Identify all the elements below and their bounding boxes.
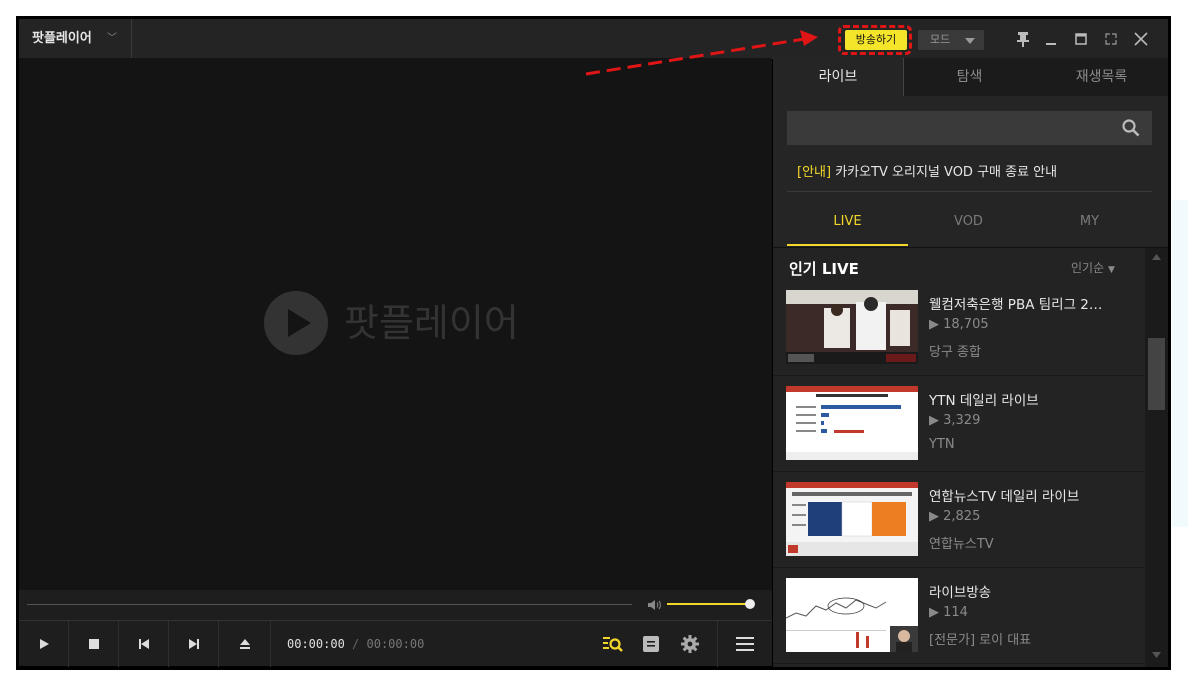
item-title: YTN 데일리 라이브 [929,393,1039,409]
close-icon[interactable] [1132,30,1150,48]
volume-slider[interactable] [667,603,751,605]
item-channel: YTN [929,437,955,452]
volume-icon[interactable] [647,597,663,611]
menu-icon[interactable] [736,636,754,652]
tab-playlist[interactable]: 재생목록 [1035,58,1168,96]
item-title: 웰컴저축은행 PBA 팀리그 2… [929,297,1103,313]
app-menu-chevron-icon[interactable]: ﹀ [107,19,117,58]
subtab-my[interactable]: MY [1029,214,1150,229]
caret-down-icon [965,38,975,44]
panel-tabs: 라이브 탐색 재생목록 [773,58,1168,96]
list-scrollbar[interactable] [1145,248,1168,667]
sort-label: 인기순 [1071,261,1105,275]
app-title[interactable]: 팟플레이어 [32,19,92,58]
play-button[interactable] [19,621,69,667]
stop-icon [88,639,99,649]
item-title: 연합뉴스TV 데일리 라이브 [929,489,1080,505]
divider [131,19,132,58]
playlist-doc-icon[interactable] [643,635,659,653]
side-panel: 라이브 탐색 재생목록 [안내] 카카오TV 오리지널 VOD 구매 종료 안내… [773,58,1168,667]
sort-dropdown[interactable]: 인기순 ▼ [1071,259,1115,276]
live-list: 인기 LIVE 인기순 ▼ 웰컴저축은행 PBA 팀리그 2… ▶ 18,705… [773,247,1168,667]
time-total: 00:00:00 [366,637,425,651]
search-icon[interactable] [1122,119,1140,137]
subtab-live[interactable]: LIVE [787,214,908,229]
item-views: ▶ 3,329 [929,413,981,428]
list-item[interactable]: 웰컴저축은행 PBA 팀리그 2… ▶ 18,705 당구 종합 [773,280,1145,376]
item-title: 라이브방송 [929,585,992,601]
highlight-box [838,25,912,55]
list-item[interactable]: YTN 데일리 라이브 ▶ 3,329 YTN [773,376,1145,472]
tab-explore[interactable]: 탐색 [904,58,1035,96]
caret-down-icon: ▼ [1107,265,1115,275]
mode-label: 모드 [930,33,951,46]
item-channel: 연합뉴스TV [929,537,994,552]
notice-link[interactable]: [안내] 카카오TV 오리지널 VOD 구매 종료 안내 [797,161,1057,180]
play-icon [39,639,49,649]
notice-tag: [안내] [797,165,832,180]
time-current: 00:00:00 [287,637,345,651]
time-separator: / [352,637,360,651]
thumbnail [786,482,918,556]
list-item[interactable]: 라이브방송 ▶ 114 [전문가] 로이 대표 [773,568,1145,664]
splash-label: 팟플레이어 [344,301,519,345]
scroll-up-icon[interactable] [1152,254,1161,260]
fullscreen-icon[interactable] [1102,30,1120,48]
stop-button[interactable] [69,621,119,667]
item-views: ▶ 114 [929,605,968,620]
subtab-vod[interactable]: VOD [908,214,1029,229]
thumbnail [786,386,918,460]
video-area[interactable]: 팟플레이어 [19,58,772,590]
mode-dropdown[interactable]: 모드 [918,30,984,50]
volume-knob[interactable] [745,599,755,609]
divider [717,621,718,667]
scroll-thumb[interactable] [1148,338,1165,410]
list-heading: 인기 LIVE [789,260,859,278]
play-logo-icon [264,291,328,355]
potplayer-window: 팟플레이어 ﹀ 방송하기 모드 팟플레이어 00:00:00 / 00:00:0… [16,16,1171,670]
list-item[interactable]: 연합뉴스TV 데일리 라이브 ▶ 2,825 연합뉴스TV [773,472,1145,568]
scroll-down-icon[interactable] [1152,652,1161,658]
control-bar: 00:00:00 / 00:00:00 [19,620,772,667]
next-icon [188,639,199,649]
subtab-active-indicator [787,244,908,246]
minimize-icon[interactable] [1042,30,1060,48]
annotation-arrow-icon [585,30,818,76]
background-strip [1172,200,1188,527]
next-button[interactable] [169,621,219,667]
thumbnail [785,578,918,652]
seek-bar[interactable] [27,604,632,605]
splash-logo: 팟플레이어 [264,291,544,355]
pin-icon[interactable] [1014,30,1032,48]
divider [787,191,1152,192]
item-views: ▶ 18,705 [929,317,989,332]
settings-gear-icon[interactable] [680,634,700,654]
previous-icon [138,639,149,649]
previous-button[interactable] [119,621,169,667]
item-views: ▶ 2,825 [929,509,981,524]
item-channel: [전문가] 로이 대표 [929,633,1032,648]
notice-text: 카카오TV 오리지널 VOD 구매 종료 안내 [831,165,1058,180]
maximize-icon[interactable] [1072,30,1090,48]
time-display: 00:00:00 / 00:00:00 [287,621,424,667]
search-subtitle-icon[interactable] [603,635,623,653]
eject-button[interactable] [219,621,271,667]
item-channel: 당구 종합 [929,345,981,360]
eject-icon [239,639,250,649]
thumbnail [786,290,918,364]
search-input[interactable] [787,111,1152,145]
seek-area [19,590,772,620]
